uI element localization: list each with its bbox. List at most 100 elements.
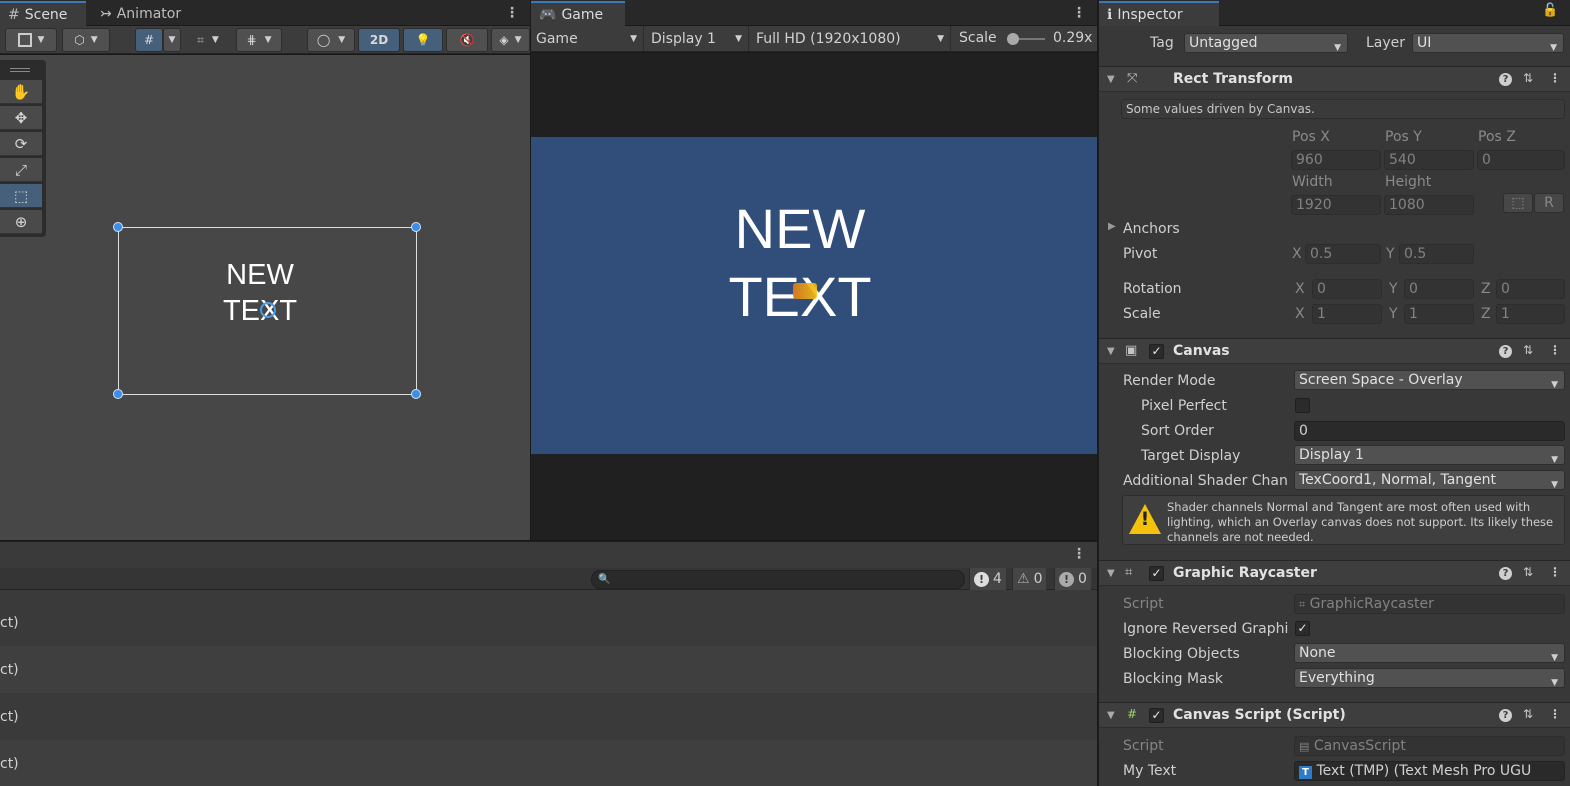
rect-handle-top-left[interactable] — [113, 222, 123, 232]
console-row[interactable]: ct) — [0, 646, 1097, 693]
presets-icon[interactable]: ⇅ — [1523, 71, 1533, 85]
presets-icon[interactable]: ⇅ — [1523, 707, 1533, 721]
tab-game[interactable]: 🎮 Game — [531, 1, 625, 26]
pivot-gizmo-icon[interactable] — [260, 302, 276, 318]
lighting-toggle[interactable]: 💡 — [403, 28, 443, 52]
ignore-reversed-checkbox[interactable]: ✓ — [1295, 621, 1310, 636]
lock-icon[interactable]: 🔓 — [1542, 3, 1558, 18]
transform-tool-button[interactable]: ⊕ — [0, 210, 42, 234]
target-display-dropdown[interactable]: Display 1 ▼ — [1294, 445, 1565, 465]
my-text-value: Text (TMP) (Text Mesh Pro UGU — [1316, 763, 1532, 779]
anchors-label[interactable]: Anchors — [1123, 221, 1180, 237]
rotation-x-field: 0 — [1312, 279, 1382, 299]
scene-menu-icon[interactable]: ⋮ — [505, 5, 519, 21]
display-dropdown-label: Display 1 — [651, 30, 716, 47]
inspector-tabbar: ℹ Inspector 🔓 — [1099, 0, 1570, 26]
rect-handle-top-right[interactable] — [411, 222, 421, 232]
foldout-arrow-icon[interactable]: ▼ — [1107, 74, 1115, 85]
chevron-down-icon: ▼ — [1551, 380, 1558, 390]
tab-animator[interactable]: ↣ Animator — [92, 1, 189, 26]
audio-toggle[interactable]: 🔇 — [446, 28, 488, 52]
component-menu-icon[interactable]: ⋮ — [1549, 565, 1561, 579]
error-count-button[interactable]: ! 4 — [969, 568, 1006, 590]
effects-toggle[interactable]: ◈ ▼ — [491, 28, 530, 52]
raycaster-enabled-checkbox[interactable]: ✓ — [1149, 566, 1164, 581]
foldout-arrow-icon[interactable]: ▼ — [1107, 346, 1115, 357]
raw-edit-button[interactable]: R — [1534, 193, 1564, 213]
help-icon[interactable]: ? — [1499, 71, 1512, 86]
graphic-raycaster-header[interactable]: ▼ ⌗ ✓ Graphic Raycaster ? ⇅ ⋮ — [1099, 560, 1570, 586]
foldout-arrow-icon[interactable]: ▼ — [1107, 710, 1115, 721]
tab-inspector[interactable]: ℹ Inspector — [1099, 1, 1219, 26]
mode-2d-toggle[interactable]: 2D — [358, 28, 400, 52]
canvas-enabled-checkbox[interactable]: ✓ — [1149, 344, 1164, 359]
console-row[interactable]: ct) — [0, 599, 1097, 646]
blocking-objects-value: None — [1299, 645, 1336, 661]
tab-scene[interactable]: # Scene — [0, 1, 86, 26]
render-mode-button[interactable]: ⬡ ▼ — [62, 28, 110, 52]
scale-tool-button[interactable]: ⤢ — [0, 158, 42, 182]
grid-snap-button[interactable]: # — [135, 28, 163, 52]
pixel-perfect-checkbox[interactable] — [1295, 398, 1310, 413]
grid-snap-dropdown[interactable]: ▼ — [163, 28, 181, 52]
scene-text-object[interactable]: NEW TEXT — [200, 257, 320, 329]
console-search-input[interactable]: 🔍 — [591, 570, 965, 589]
scene-text-line1: NEW — [226, 259, 294, 291]
blueprint-mode-button[interactable]: ⬚ — [1503, 193, 1533, 213]
presets-icon[interactable]: ⇅ — [1523, 343, 1533, 357]
sort-order-field[interactable]: 0 — [1294, 421, 1565, 441]
scale-z-axis: Z — [1481, 306, 1491, 322]
hand-tool-button[interactable]: ✋ — [0, 80, 42, 104]
game-view-dropdown[interactable]: Game ▼ — [531, 26, 644, 51]
component-menu-icon[interactable]: ⋮ — [1549, 71, 1561, 85]
game-menu-icon[interactable]: ⋮ — [1072, 5, 1086, 21]
tag-dropdown[interactable]: Untagged ▼ — [1184, 33, 1348, 53]
raycaster-script-label: Script — [1123, 596, 1164, 612]
foldout-arrow-icon[interactable]: ▼ — [1107, 568, 1115, 579]
console-row[interactable]: ct) — [0, 693, 1097, 740]
rotate-tool-button[interactable]: ⟳ — [0, 132, 42, 156]
pivot-y-field: 0.5 — [1399, 244, 1474, 264]
rect-tool-button[interactable]: ⬚ — [0, 184, 42, 208]
canvas-script-enabled-checkbox[interactable]: ✓ — [1149, 708, 1164, 723]
presets-icon[interactable]: ⇅ — [1523, 565, 1533, 579]
help-icon[interactable]: ? — [1499, 343, 1512, 358]
shader-channels-dropdown[interactable]: TexCoord1, Normal, Tangent ▼ — [1294, 470, 1565, 490]
raycaster-icon: ⌗ — [1125, 565, 1133, 580]
canvas-header[interactable]: ▼ ▣ ✓ Canvas ? ⇅ ⋮ — [1099, 338, 1570, 364]
console-menu-icon[interactable]: ⋮ — [1072, 546, 1086, 562]
rect-transform-header[interactable]: ▼ ⤧ Rect Transform ? ⇅ ⋮ — [1099, 66, 1570, 92]
resolution-dropdown[interactable]: Full HD (1920x1080) ▼ — [751, 26, 951, 51]
orientation-gizmo-button[interactable]: ◯ ▼ — [307, 28, 355, 52]
increment-snap-button[interactable]: ⌗ ▼ — [186, 28, 230, 52]
blocking-objects-dropdown[interactable]: None ▼ — [1294, 643, 1565, 663]
render-mode-dropdown[interactable]: Screen Space - Overlay ▼ — [1294, 370, 1565, 390]
help-icon[interactable]: ? — [1499, 707, 1512, 722]
layer-dropdown[interactable]: UI ▼ — [1412, 33, 1564, 53]
csharp-script-icon: # — [1127, 707, 1138, 721]
help-icon[interactable]: ? — [1499, 565, 1512, 580]
my-text-object-field[interactable]: T Text (TMP) (Text Mesh Pro UGU — [1294, 761, 1565, 781]
rect-handle-bottom-left[interactable] — [113, 389, 123, 399]
warning-count-button[interactable]: ⚠ 0 — [1012, 568, 1047, 590]
console-row[interactable]: ct) — [0, 740, 1097, 786]
anchors-foldout-icon[interactable]: ▶ — [1108, 221, 1116, 232]
grid-visibility-button[interactable]: ⋕ ▼ — [236, 28, 282, 52]
tool-strip: ✋ ✥ ⟳ ⤢ ⬚ ⊕ — [0, 60, 46, 237]
component-menu-icon[interactable]: ⋮ — [1549, 343, 1561, 357]
move-tool-button[interactable]: ✥ — [0, 106, 42, 130]
display-dropdown[interactable]: Display 1 ▼ — [646, 26, 749, 51]
draw-mode-button[interactable]: ▼ — [5, 28, 57, 52]
component-menu-icon[interactable]: ⋮ — [1549, 707, 1561, 721]
rect-handle-bottom-right[interactable] — [411, 389, 421, 399]
canvas-script-header[interactable]: ▼ # ✓ Canvas Script (Script) ? ⇅ ⋮ — [1099, 702, 1570, 728]
blocking-mask-dropdown[interactable]: Everything ▼ — [1294, 668, 1565, 688]
drag-handle-icon[interactable] — [10, 68, 30, 72]
console-toolbar: 🔍 ! 4 ⚠ 0 ! 0 — [0, 568, 1097, 590]
scale-slider-thumb[interactable] — [1007, 33, 1019, 45]
pivot-label: Pivot — [1123, 246, 1158, 262]
tmp-text-icon: T — [1299, 766, 1312, 779]
canvas-component-icon: ▣ — [1125, 343, 1138, 358]
info-count-button[interactable]: ! 0 — [1054, 568, 1091, 590]
my-text-label: My Text — [1123, 763, 1177, 779]
